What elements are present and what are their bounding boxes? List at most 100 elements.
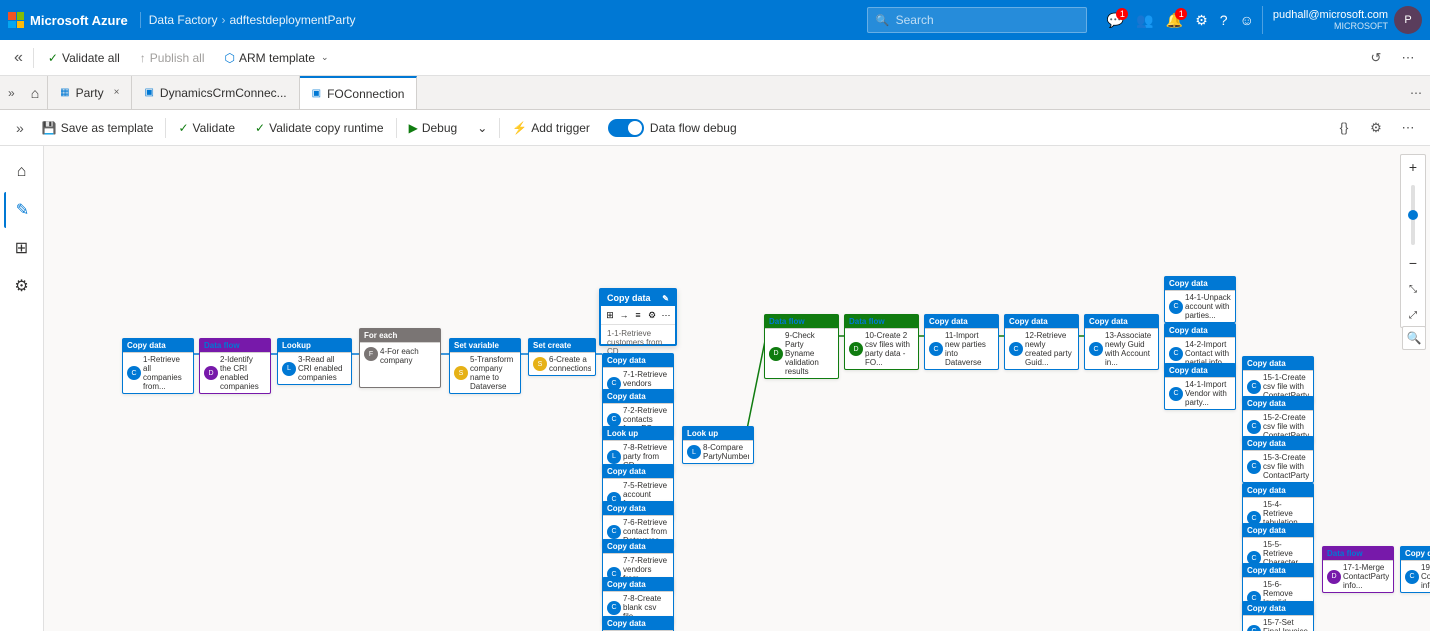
- node-large-n7-header: Copy data ✎: [601, 290, 675, 306]
- zoom-track-container: [1401, 181, 1425, 249]
- node-n21[interactable]: Copy data C 13-Associate newly Guid with…: [1084, 314, 1159, 370]
- add-trigger-button[interactable]: ⚡ Add trigger: [502, 110, 600, 146]
- sidebar-item-monitor[interactable]: ⊞: [4, 230, 40, 266]
- node-n28-header: Copy data: [1243, 484, 1313, 498]
- pipeline-canvas[interactable]: Copy data C 1-Retrieve all companies fro…: [44, 146, 1430, 631]
- search-input[interactable]: [896, 13, 1078, 27]
- node-n25-header: Copy data: [1243, 397, 1313, 411]
- validate-button[interactable]: ✓ Validate: [168, 110, 245, 146]
- zoom-out-button[interactable]: −: [1401, 251, 1425, 275]
- sub-collapse-button[interactable]: »: [8, 120, 32, 136]
- node-n27[interactable]: Copy data C 14-1-Import Vendor with part…: [1164, 363, 1236, 410]
- node-n20-icon: C: [1009, 342, 1023, 356]
- expand-canvas-button[interactable]: ⤢: [1401, 303, 1425, 327]
- validate-copy-button[interactable]: ✓ Validate copy runtime: [245, 110, 394, 146]
- tab-party[interactable]: ▦ Party ×: [48, 76, 132, 109]
- node-n18[interactable]: Data flow D 10-Create 2 csv files with p…: [844, 314, 919, 370]
- more-options-button[interactable]: ⋯: [1394, 44, 1422, 72]
- sidebar-item-home[interactable]: ⌂: [4, 154, 40, 190]
- tab-party-close-icon[interactable]: ×: [114, 87, 120, 98]
- zoom-in-button[interactable]: +: [1401, 155, 1425, 179]
- data-flow-debug-toggle[interactable]: [608, 119, 644, 137]
- sidebar-item-manage[interactable]: ⚙: [4, 268, 40, 304]
- tab-more-button[interactable]: ⋯: [1402, 76, 1430, 109]
- canvas-search-button[interactable]: 🔍: [1402, 326, 1426, 350]
- people-icon[interactable]: 👥: [1136, 12, 1153, 29]
- settings-icon[interactable]: ⚙: [1195, 12, 1208, 29]
- feedback-icon[interactable]: ☺: [1240, 12, 1254, 28]
- node-n5-text: 5-Transform company name to Dataverse: [470, 355, 516, 391]
- node-n15[interactable]: Copy data C 9-9-Retrieve lang.age and Pa…: [602, 616, 674, 631]
- node-source-icon[interactable]: ⊞: [605, 308, 615, 322]
- data-flow-debug-label: Data flow debug: [650, 121, 737, 135]
- node-n2-icon: D: [204, 366, 218, 380]
- node-n31[interactable]: Copy data C 15-7-Set Final Invoice Compl…: [1242, 601, 1314, 631]
- node-n26[interactable]: Copy data C 15-3-Create csv file with Co…: [1242, 436, 1314, 483]
- breadcrumb-datafactory[interactable]: Data Factory: [149, 13, 218, 27]
- toolbar-divider-3: [499, 118, 500, 138]
- node-n19[interactable]: Copy data C 11-Import new parties into D…: [924, 314, 999, 370]
- bell-icon[interactable]: 🔔1: [1166, 12, 1183, 29]
- help-icon[interactable]: ?: [1220, 12, 1228, 28]
- refresh-button[interactable]: ↺: [1362, 44, 1390, 72]
- collapse-panel-button[interactable]: «: [8, 40, 29, 76]
- node-n16-icon: L: [687, 445, 701, 459]
- node-n2[interactable]: Data flow D 2-Identify the CRI enabled c…: [199, 338, 271, 394]
- node-n5[interactable]: Set variable S 5-Transform company name …: [449, 338, 521, 394]
- node-large-n7[interactable]: Copy data ✎ ⊞ → ≡ ⚙ ⋯ 1-1-Retrieve custo…: [599, 288, 677, 346]
- node-n20-body: C 12-Retrieve newly created party Guid..…: [1005, 329, 1078, 369]
- node-n6[interactable]: Set create S 6-Create a connections...: [528, 338, 596, 376]
- avatar: P: [1394, 6, 1422, 34]
- top-bar-icons: 💬1 👥 🔔1 ⚙ ? ☺: [1107, 12, 1254, 29]
- node-n36-header: Copy data: [1401, 547, 1430, 561]
- node-large-n7-edit-icon[interactable]: ✎: [662, 294, 669, 303]
- sidebar-item-edit[interactable]: ✎: [4, 192, 40, 228]
- search-bar[interactable]: 🔍: [867, 7, 1087, 33]
- top-bar: Microsoft Azure Data Factory › adftestde…: [0, 0, 1430, 40]
- code-view-button[interactable]: {}: [1330, 114, 1358, 142]
- node-n9-icon: C: [607, 413, 621, 427]
- tab-fo[interactable]: ▣ FOConnection: [300, 76, 418, 109]
- debug-button[interactable]: ▶ Debug: [399, 110, 468, 146]
- node-n20[interactable]: Copy data C 12-Retrieve newly created pa…: [1004, 314, 1079, 370]
- validate-all-button[interactable]: ✓ Validate all: [38, 40, 130, 76]
- validate-all-label: Validate all: [62, 51, 120, 65]
- node-n24-header: Copy data: [1243, 357, 1313, 371]
- node-n17[interactable]: Data flow D 9-Check Party Byname validat…: [764, 314, 839, 379]
- node-n1[interactable]: Copy data C 1-Retrieve all companies fro…: [122, 338, 194, 394]
- node-dest-icon[interactable]: →: [619, 308, 629, 322]
- node-map-icon[interactable]: ≡: [633, 308, 643, 322]
- node-settings-icon[interactable]: ⚙: [647, 308, 657, 322]
- node-n35[interactable]: Data flow D 17-1-Merge ContactParty info…: [1322, 546, 1394, 593]
- ms-logo-icon: [8, 12, 24, 28]
- node-more-icon[interactable]: ⋯: [661, 308, 671, 322]
- node-n20-text: 12-Retrieve newly created party Guid...: [1025, 331, 1074, 367]
- properties-button[interactable]: ⚙: [1362, 114, 1390, 142]
- node-n22[interactable]: Copy data C 14-1-Unpack account with par…: [1164, 276, 1236, 323]
- node-n16-body: L 8-Compare PartyNumber...: [683, 441, 753, 463]
- arm-template-button[interactable]: ⬡ ARM template ⌄: [215, 40, 339, 76]
- publish-all-button[interactable]: ↑ Publish all: [130, 40, 215, 76]
- zoom-thumb: [1408, 210, 1418, 220]
- node-large-n7-toolbar: ⊞ → ≡ ⚙ ⋯: [601, 306, 675, 325]
- node-n8-header: Copy data: [603, 354, 673, 368]
- sub-toolbar-right: {} ⚙ ⋯: [1330, 114, 1422, 142]
- debug-chevron-button[interactable]: ⌄: [467, 110, 497, 146]
- tab-dynamics[interactable]: ▣ DynamicsCrmConnec...: [132, 76, 299, 109]
- user-info[interactable]: pudhall@microsoft.com MICROSOFT P: [1262, 6, 1422, 34]
- node-n14-icon: C: [607, 601, 621, 615]
- tab-home[interactable]: ⌂: [23, 76, 48, 109]
- node-n3[interactable]: Lookup L 3-Read all CRI enabled companie…: [277, 338, 352, 385]
- ms-azure-logo[interactable]: Microsoft Azure: [8, 12, 141, 28]
- fit-to-screen-button[interactable]: ⤡: [1401, 277, 1425, 301]
- node-n26-icon: C: [1247, 460, 1261, 474]
- node-n4[interactable]: For each F 4-For each company: [359, 328, 441, 388]
- node-n14-header: Copy data: [603, 578, 673, 592]
- node-n36[interactable]: Copy data C 19-Import ContactParty info.…: [1400, 546, 1430, 593]
- save-as-template-button[interactable]: 💾 Save as template: [32, 110, 164, 146]
- sub-more-button[interactable]: ⋯: [1394, 114, 1422, 142]
- chat-icon[interactable]: 💬1: [1107, 12, 1124, 29]
- node-n16[interactable]: Look up L 8-Compare PartyNumber...: [682, 426, 754, 464]
- node-n19-body: C 11-Import new parties into Dataverse: [925, 329, 998, 369]
- tabs-collapse-button[interactable]: »: [0, 76, 23, 109]
